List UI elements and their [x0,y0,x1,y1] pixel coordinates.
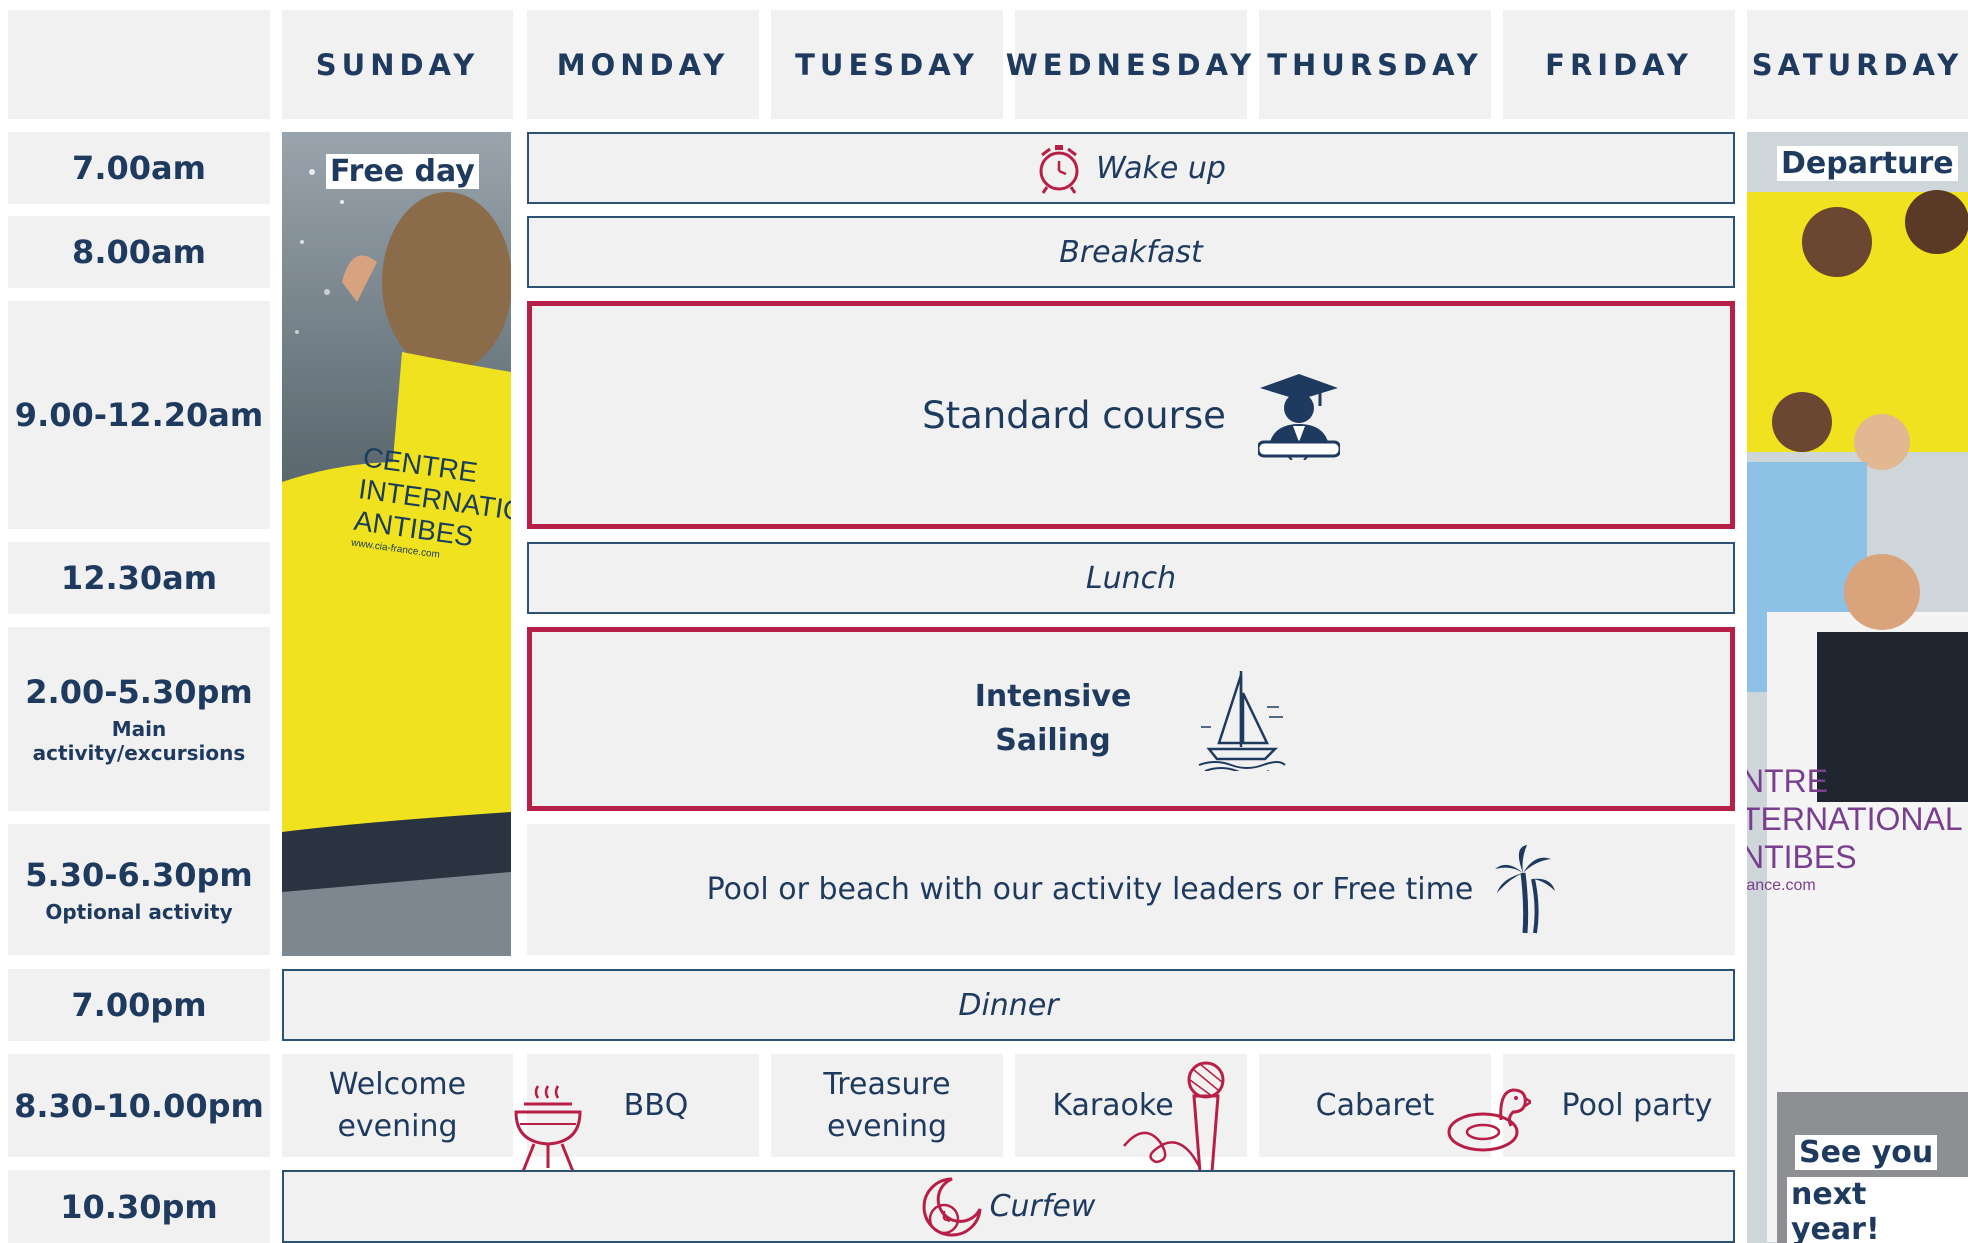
sunday-photo: CENTRE INTERNATIO ANTIBES www.cia-france… [282,132,511,956]
van-logo-line1: NTRE [1747,763,1829,799]
time-slot-optional: 5.30-6.30pm Optional activity [8,824,270,955]
time-slot-course: 9.00-12.20am [8,301,270,529]
evening-friday: Pool party [1503,1054,1735,1157]
microphone-icon [1120,1060,1232,1176]
time-slot-curfew: 10.30pm [8,1170,270,1243]
moon-clock-icon [922,1175,984,1239]
lunch-block: Lunch [527,542,1735,614]
time-slot-wake: 7.00am [8,132,270,204]
sailing-label: Sailing [995,723,1111,758]
shirt-logo: CENTRE INTERNATIO ANTIBES www.cia-france… [350,441,511,572]
pool-beach-label: Pool or beach with our activity leaders … [706,872,1474,907]
dinner-label: Dinner [958,987,1059,1023]
time-afternoon-label: 2.00-5.30pm [25,673,253,711]
standard-course-block: Standard course [527,301,1735,529]
day-header-saturday: SATURDAY [1747,10,1968,119]
evening-sunday: Welcome evening [282,1054,513,1157]
time-slot-dinner: 7.00pm [8,969,270,1041]
welcome-label: Welcome [328,1066,467,1102]
day-header-monday: MONDAY [527,10,759,119]
duck-float-icon [1445,1082,1531,1154]
van-logo-line3: NTIBES [1747,839,1857,875]
intensive-label: Intensive [974,679,1132,714]
standard-course-label: Standard course [922,393,1226,437]
intensive-sailing-block: Intensive Sailing [527,627,1735,811]
van-logo-line2: TERNATIONAL [1747,801,1963,837]
breakfast-block: Breakfast [527,216,1735,288]
header-corner [8,10,270,119]
graduate-icon [1257,370,1340,460]
dinner-block: Dinner [282,969,1735,1041]
next-year-label: next year! [1787,1177,1968,1243]
time-optional-sublabel: Optional activity [45,899,233,924]
day-header-thursday: THURSDAY [1259,10,1491,119]
free-day-label: Free day [326,154,479,189]
day-header-sunday: SUNDAY [282,10,513,119]
treasure-evening-label: evening [826,1108,948,1144]
pool-party-label: Pool party [1561,1088,1713,1123]
time-optional-label: 5.30-6.30pm [25,855,253,894]
palm-tree-icon [1493,844,1556,935]
time-slot-afternoon: 2.00-5.30pm Main activity/excursions [8,627,270,811]
cabaret-label: Cabaret [1315,1088,1435,1123]
evening-tuesday: Treasure evening [771,1054,1003,1157]
time-afternoon-sublabel: Main activity/excursions [32,717,246,765]
time-slot-evening: 8.30-10.00pm [8,1054,270,1157]
time-slot-breakfast: 8.00am [8,216,270,288]
breakfast-label: Breakfast [1059,234,1203,270]
see-you-label: See you [1795,1135,1938,1170]
van-logo: NTRE TERNATIONAL NTIBES rance.com [1747,762,1968,896]
day-header-wednesday: WEDNESDAY [1006,10,1251,119]
van-logo-url: rance.com [1747,877,1816,894]
saturday-photo: NTRE TERNATIONAL NTIBES rance.com Depart… [1747,132,1968,1243]
day-header-tuesday: TUESDAY [771,10,1003,119]
sailboat-icon [1195,667,1287,771]
departure-label: Departure [1777,146,1958,181]
welcome-evening-label: evening [337,1108,458,1144]
lunch-label: Lunch [1085,560,1177,596]
curfew-block: Curfew [282,1170,1735,1243]
bbq-grill-icon [510,1084,586,1176]
bbq-label: BBQ [623,1088,689,1123]
time-slot-lunch: 12.30am [8,542,270,614]
curfew-label: Curfew [989,1189,1096,1224]
treasure-label: Treasure [823,1066,951,1102]
wake-up-block: Wake up [527,132,1735,204]
day-header-friday: FRIDAY [1503,10,1735,119]
wake-up-label: Wake up [1096,150,1226,186]
alarm-clock-icon [1036,141,1082,195]
intensive-sailing-text: Intensive Sailing [975,675,1132,763]
pool-beach-block: Pool or beach with our activity leaders … [527,824,1735,955]
